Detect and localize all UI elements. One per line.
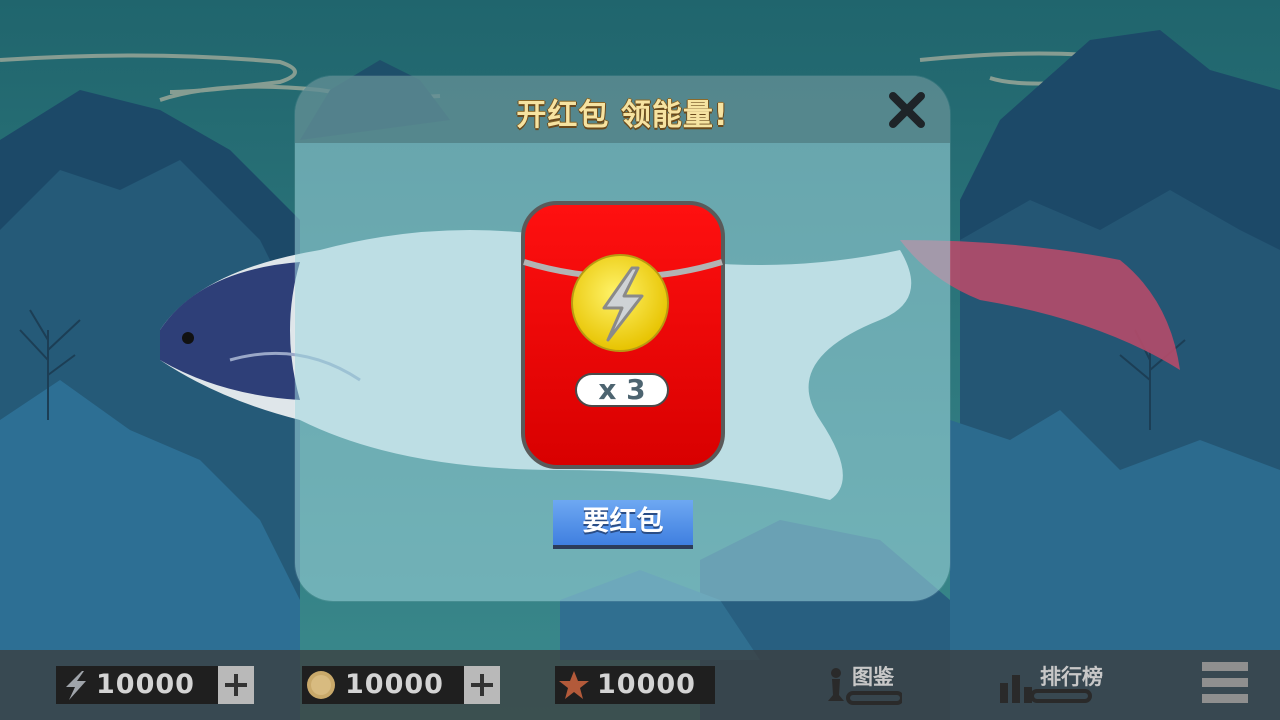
red-envelope-icon: [521, 201, 725, 469]
star-value: 10000: [597, 669, 696, 700]
coin-value: 10000: [345, 669, 444, 700]
codex-label: 图鉴: [852, 665, 894, 689]
add-energy-button[interactable]: [218, 666, 254, 704]
red-envelope[interactable]: x 3: [520, 200, 726, 470]
close-icon: [889, 92, 925, 128]
red-envelope-dialog: 开红包 领能量! x 3 要红包: [295, 76, 950, 601]
lightning-icon: [66, 671, 86, 700]
leaderboard-button[interactable]: 排行榜: [998, 655, 1118, 705]
claim-envelope-button[interactable]: 要红包: [553, 500, 693, 549]
energy-counter: 10000: [56, 666, 218, 704]
menu-icon: [1202, 662, 1248, 703]
codex-button[interactable]: 图鉴: [826, 655, 906, 705]
reward-count-badge: x 3: [575, 373, 669, 407]
menu-button[interactable]: [1202, 660, 1248, 706]
dialog-title: 开红包 领能量!: [516, 98, 729, 133]
close-button[interactable]: [887, 90, 927, 130]
star-counter: 10000: [555, 666, 715, 704]
coin-counter: 10000: [302, 666, 464, 704]
star-icon: [559, 671, 589, 699]
coin-icon: [307, 671, 335, 699]
leaderboard-label: 排行榜: [1040, 665, 1103, 689]
energy-value: 10000: [96, 669, 195, 700]
add-coins-button[interactable]: [464, 666, 500, 704]
